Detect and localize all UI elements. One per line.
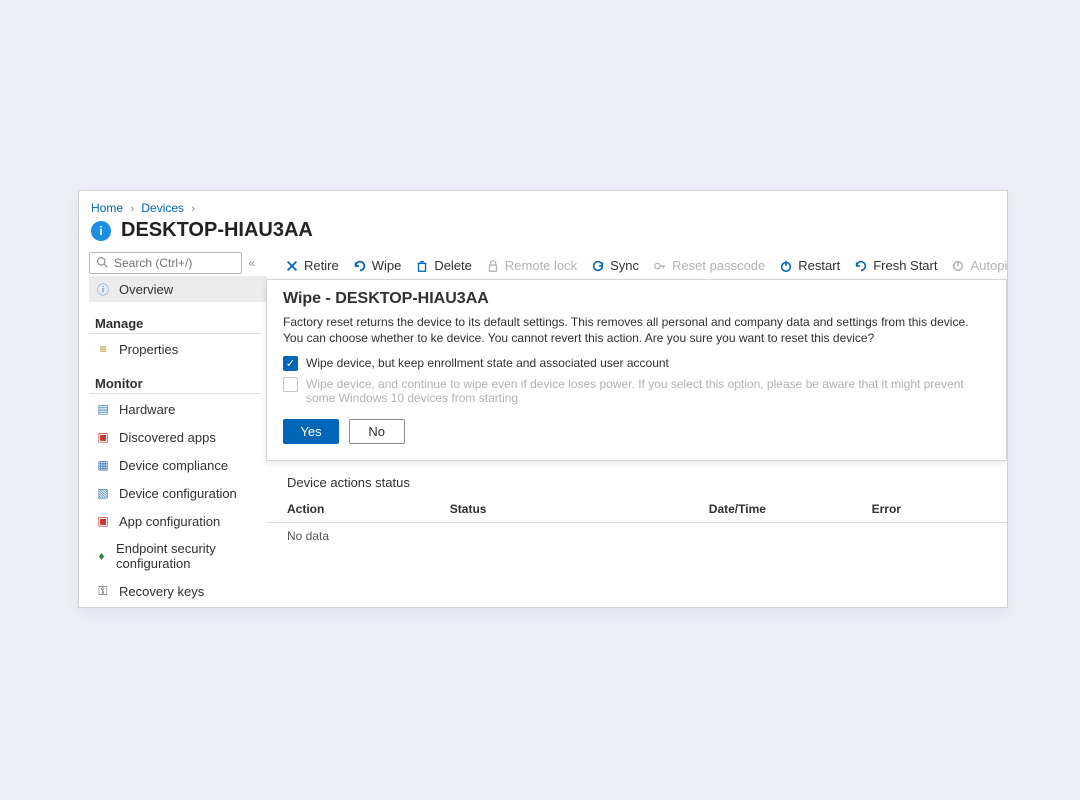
sidebar-item-hardware[interactable]: ▤ Hardware [89,396,267,422]
key-icon: ⚿ [95,583,111,599]
config-icon: ▧ [95,485,111,501]
dialog-title: Wipe - DESKTOP-HIAU3AA [283,290,990,308]
sync-icon [591,259,605,273]
checkbox-checked-icon[interactable]: ✓ [283,356,298,371]
refresh-icon [854,259,868,273]
nodata-cell: No data [267,523,430,550]
shield-icon: ♦ [95,548,108,564]
restart-button[interactable]: Restart [779,258,840,273]
autopilot-icon [951,259,965,273]
sidebar-item-recovery-keys[interactable]: ⚿ Recovery keys [89,578,267,604]
chevron-right-icon: › [130,203,134,215]
fresh-start-button[interactable]: Fresh Start [854,258,937,273]
sidebar-item-properties[interactable]: ≡ Properties [89,336,267,362]
sidebar-item-device-configuration[interactable]: ▧ Device configuration [89,480,267,506]
sidebar-item-label: Device configuration [119,486,237,501]
dialog-description: Factory reset returns the device to its … [283,314,990,346]
sidebar-item-discovered-apps[interactable]: ▣ Discovered apps [89,424,267,450]
checkbox-unchecked-icon [283,377,298,392]
sidebar-item-label: Device compliance [119,458,228,473]
breadcrumb: Home › Devices › [79,191,1007,217]
compliance-icon: ▦ [95,457,111,473]
wipe-icon [353,259,367,273]
wipe-option-keep-enrollment[interactable]: ✓ Wipe device, but keep enrollment state… [283,356,990,371]
page-title: DESKTOP-HIAU3AA [121,219,313,242]
sidebar-item-label: App configuration [119,514,220,529]
col-datetime: Date/Time [689,496,852,523]
lock-icon [486,259,500,273]
delete-button[interactable]: Delete [415,258,472,273]
no-button[interactable]: No [349,419,405,444]
app-config-icon: ▣ [95,513,111,529]
table-row: No data [267,523,1007,550]
sidebar-item-device-compliance[interactable]: ▦ Device compliance [89,452,267,478]
collapse-sidebar-button[interactable]: « [242,256,261,270]
search-input[interactable] [112,255,235,271]
yes-button[interactable]: Yes [283,419,339,444]
sidebar-search[interactable] [89,252,242,274]
sidebar-group-monitor: Monitor [89,362,261,394]
trash-icon [415,259,429,273]
sidebar-item-label: Properties [119,342,178,357]
sidebar-item-user-experience[interactable]: 👤 User experience [89,606,267,608]
properties-icon: ≡ [95,341,111,357]
retire-button[interactable]: Retire [285,258,339,273]
hardware-icon: ▤ [95,401,111,417]
sidebar-item-overview[interactable]: ⓘ Overview [89,276,267,302]
reset-passcode-button: Reset passcode [653,258,765,273]
wipe-dialog: Wipe - DESKTOP-HIAU3AA Factory reset ret… [266,279,1007,461]
key-icon [653,259,667,273]
col-error: Error [852,496,1007,523]
checkbox-label: Wipe device, but keep enrollment state a… [306,356,669,370]
breadcrumb-devices[interactable]: Devices [141,201,184,215]
retire-icon [285,259,299,273]
device-actions-heading: Device actions status [267,461,1007,496]
sync-button[interactable]: Sync [591,258,639,273]
col-status: Status [430,496,689,523]
autopilot-reset-button: Autopilot Reset [951,258,1008,273]
breadcrumb-home[interactable]: Home [91,201,123,215]
sidebar-item-label: Hardware [119,402,175,417]
remote-lock-button: Remote lock [486,258,577,273]
wipe-button[interactable]: Wipe [353,258,402,273]
apps-icon: ▣ [95,429,111,445]
command-bar: Retire Wipe Delete Remote lock Sync [267,252,1007,280]
wipe-option-continue-power-loss: Wipe device, and continue to wipe even i… [283,377,990,405]
sidebar-item-label: Discovered apps [119,430,216,445]
sidebar-item-label: Overview [119,282,173,297]
sidebar-item-label: Endpoint security configuration [116,541,261,571]
sidebar-group-manage: Manage [89,302,261,334]
info-icon: i [91,221,111,241]
device-actions-table: Action Status Date/Time Error No data [267,496,1007,549]
sidebar-item-app-configuration[interactable]: ▣ App configuration [89,508,267,534]
power-icon [779,259,793,273]
col-action: Action [267,496,430,523]
sidebar-item-endpoint-security[interactable]: ♦ Endpoint security configuration [89,536,267,576]
chevron-right-icon: › [191,203,195,215]
checkbox-label: Wipe device, and continue to wipe even i… [306,377,990,405]
search-icon [96,256,108,271]
sidebar-item-label: Recovery keys [119,584,204,599]
info-icon: ⓘ [95,281,111,297]
